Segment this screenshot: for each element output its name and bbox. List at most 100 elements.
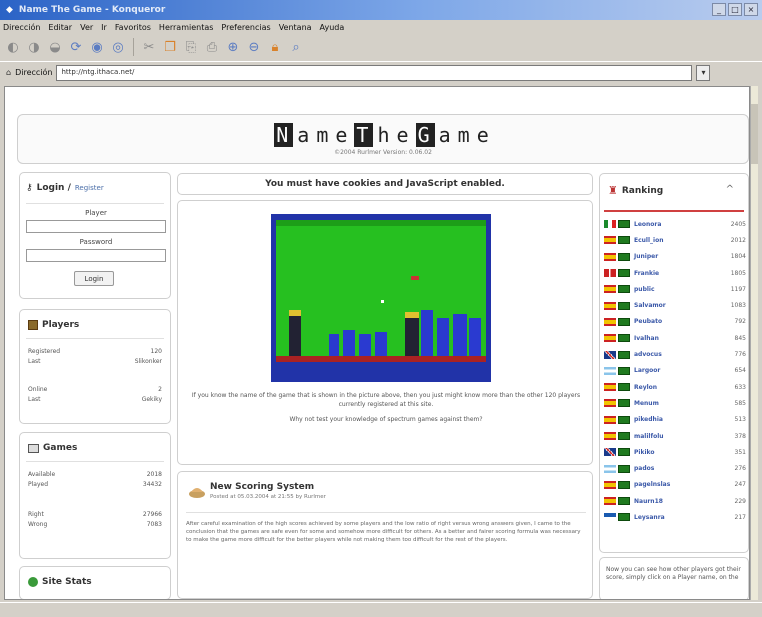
forward-icon[interactable]: ◑	[25, 38, 43, 56]
site-logo[interactable]: N a m e T h e G a m e	[274, 123, 492, 147]
stat-row: Right 27966	[28, 511, 162, 518]
ranking-player-name[interactable]: Salvamor	[634, 302, 722, 309]
register-link[interactable]: Register	[75, 184, 104, 192]
info-text: Now you can see how other players got th…	[606, 566, 741, 581]
login-title-row: ⚷ Login / Register	[26, 183, 104, 193]
game-description: If you know the name of the game that is…	[191, 392, 581, 408]
ranking-player-name[interactable]: Pikiko	[634, 449, 722, 456]
game-plane	[411, 276, 419, 280]
copy-icon[interactable]: ❐	[161, 38, 179, 56]
ranking-toggle-button[interactable]: ^	[726, 184, 734, 195]
ranking-player-name[interactable]: public	[634, 286, 722, 293]
logo-letter: e	[396, 123, 412, 147]
home-icon[interactable]: ◎	[109, 38, 127, 56]
news-title[interactable]: New Scoring System	[210, 482, 314, 492]
flag-icon	[604, 269, 616, 278]
ranking-player-score: 776	[734, 351, 746, 359]
ranking-player-name[interactable]: pados	[634, 465, 722, 472]
ranking-player-name[interactable]: malilfolu	[634, 433, 722, 440]
logo-letter-g: G	[415, 123, 435, 147]
password-input[interactable]	[26, 249, 166, 262]
url-input[interactable]: http://ntg.ithaca.net/	[56, 64, 693, 81]
player-badge-icon	[618, 252, 630, 261]
stat-label: Played	[28, 481, 49, 488]
ranking-row: Peubato 792	[604, 314, 746, 330]
password-label: Password	[79, 238, 113, 246]
ranking-row: Frankie 1805	[604, 265, 746, 281]
game-ground	[276, 356, 486, 362]
stop-icon[interactable]: ◉	[88, 38, 106, 56]
ranking-row: Salvamor 1083	[604, 297, 746, 313]
lock-icon[interactable]: 🔒︎	[266, 38, 284, 56]
menubar: Dirección Editar Ver Ir Favoritos Herram…	[0, 20, 762, 34]
window-controls: _ □ ×	[712, 3, 758, 16]
minimize-button[interactable]: _	[712, 3, 726, 16]
ranking-player-name[interactable]: pikedhia	[634, 416, 722, 423]
menu-herramientas[interactable]: Herramientas	[159, 23, 214, 32]
url-dropdown-button[interactable]: ▾	[696, 64, 711, 81]
menu-editar[interactable]: Editar	[48, 23, 72, 32]
ranking-player-name[interactable]: Naurn18	[634, 498, 722, 505]
ranking-player-name[interactable]: Juniper	[634, 253, 722, 260]
player-badge-icon	[618, 350, 630, 359]
vertical-scrollbar[interactable]	[750, 86, 758, 600]
stat-label: Wrong	[28, 521, 48, 528]
flag-icon	[604, 513, 616, 522]
ranking-player-name[interactable]: Menum	[634, 400, 722, 407]
ranking-player-name[interactable]: Ivalhan	[634, 335, 722, 342]
toolbar-separator	[133, 38, 134, 56]
zoom-out-icon[interactable]: ⊖	[245, 38, 263, 56]
ranking-player-score: 229	[734, 497, 746, 505]
ranking-player-name[interactable]: advocus	[634, 351, 722, 358]
toolbar: ◐ ◑ ◒ ⟳ ◉ ◎ ✂ ❐ ⎘ ⎙ ⊕ ⊖ 🔒︎ ⌕	[0, 34, 762, 60]
ranking-player-name[interactable]: Peubato	[634, 318, 722, 325]
maximize-button[interactable]: □	[728, 3, 742, 16]
menu-ventana[interactable]: Ventana	[279, 23, 312, 32]
close-button[interactable]: ×	[744, 3, 758, 16]
player-badge-icon	[618, 415, 630, 424]
player-input[interactable]	[26, 220, 166, 233]
ranking-player-name[interactable]: Leonora	[634, 221, 722, 228]
back-icon[interactable]: ◐	[4, 38, 22, 56]
menu-ir[interactable]: Ir	[101, 23, 107, 32]
ranking-row: Juniper 1804	[604, 249, 746, 265]
menu-preferencias[interactable]: Preferencias	[221, 23, 270, 32]
stat-row: Registered 120	[28, 348, 162, 355]
player-badge-icon	[618, 480, 630, 489]
news-body: After careful examination of the high sc…	[186, 521, 581, 543]
print-icon[interactable]: ⎙	[203, 38, 221, 56]
ranking-player-name[interactable]: Ecull_ion	[634, 237, 722, 244]
login-panel: ⚷ Login / Register Player Password Login	[19, 172, 171, 299]
player-badge-icon	[618, 236, 630, 245]
logo-letter: a	[297, 123, 313, 147]
ranking-player-name[interactable]: Largoor	[634, 367, 722, 374]
login-button[interactable]: Login	[74, 271, 114, 286]
ranking-player-name[interactable]: Frankie	[634, 270, 722, 277]
ranking-player-name[interactable]: Leysanra	[634, 514, 722, 521]
stat-value[interactable]: Slikonker	[135, 358, 162, 365]
menu-direccion[interactable]: Dirección	[3, 23, 40, 32]
paste-icon[interactable]: ⎘	[182, 38, 200, 56]
cut-icon[interactable]: ✂	[140, 38, 158, 56]
ranking-player-name[interactable]: pagelnslas	[634, 481, 722, 488]
zoom-in-icon[interactable]: ⊕	[224, 38, 242, 56]
reload-icon[interactable]: ⟳	[67, 38, 85, 56]
game-challenge-text: Why not test your knowledge of spectrum …	[289, 416, 483, 423]
player-badge-icon	[618, 366, 630, 375]
ranking-player-score: 351	[734, 448, 746, 456]
up-icon[interactable]: ◒	[46, 38, 64, 56]
ranking-player-name[interactable]: Reylon	[634, 384, 722, 391]
stat-value[interactable]: Gekiky	[142, 396, 162, 403]
scrollbar-thumb[interactable]	[751, 104, 758, 164]
flag-icon	[604, 301, 616, 310]
find-icon[interactable]: ⌕	[287, 38, 305, 56]
ranking-player-score: 513	[734, 416, 746, 424]
menu-ver[interactable]: Ver	[80, 23, 93, 32]
menu-favoritos[interactable]: Favoritos	[115, 23, 151, 32]
window-titlebar[interactable]: ◆ Name The Game - Konqueror _ □ ×	[0, 0, 762, 20]
menu-ayuda[interactable]: Ayuda	[320, 23, 345, 32]
game-building	[469, 318, 481, 356]
flag-icon	[604, 415, 616, 424]
flag-icon	[604, 252, 616, 261]
ranking-row: malilfolu 378	[604, 428, 746, 444]
